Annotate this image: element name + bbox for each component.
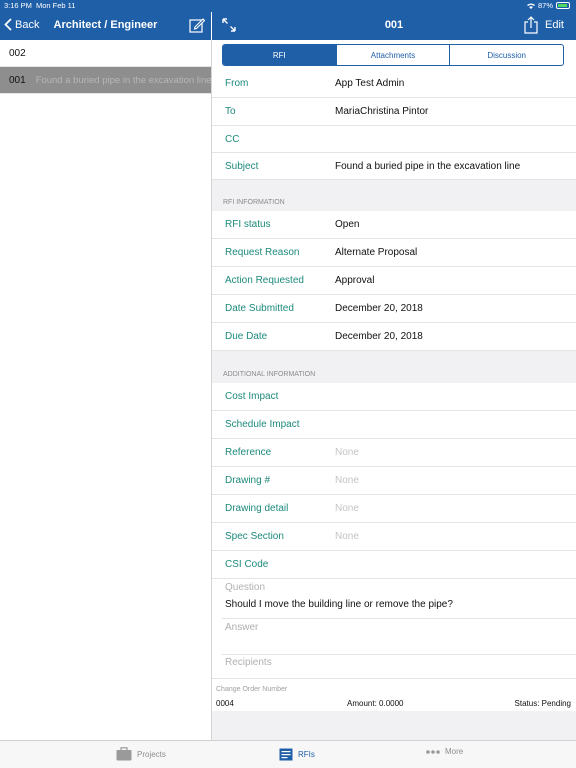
rfi-status-label: RFI status — [225, 219, 271, 230]
rfi-icon — [279, 748, 293, 761]
request-reason-value: Alternate Proposal — [335, 247, 418, 258]
rfi-status-row[interactable]: RFI status Open — [212, 211, 576, 239]
subject-label: Subject — [225, 160, 259, 172]
drawing-detail-label: Drawing detail — [225, 503, 289, 514]
list-nav-bar: Back Architect / Engineer — [0, 12, 211, 40]
from-label: From — [225, 78, 249, 89]
more-icon — [426, 749, 440, 754]
subject-row[interactable]: Subject Found a buried pipe in the excav… — [212, 153, 576, 180]
question-label: Question — [225, 582, 266, 593]
tab-more-label: More — [445, 747, 464, 756]
tab-projects-label: Projects — [137, 749, 166, 759]
tab-projects[interactable]: Projects — [116, 747, 166, 761]
reference-row[interactable]: Reference None — [212, 439, 576, 467]
list-item[interactable]: 002 — [0, 40, 211, 67]
request-reason-row[interactable]: Request Reason Alternate Proposal — [212, 239, 576, 267]
tab-rfis[interactable]: RFIs — [279, 747, 315, 761]
csi-code-label: CSI Code — [225, 559, 269, 570]
rfi-status-value: Open — [335, 219, 360, 230]
status-time: 3:16 PM — [4, 1, 32, 10]
segmented-control: RFI Attachments Discussion — [222, 44, 564, 66]
to-label: To — [225, 106, 236, 117]
from-value: App Test Admin — [335, 78, 405, 89]
rfi-subject: Found a buried pipe in the excavation li… — [35, 74, 211, 86]
recipients-label[interactable]: Recipients — [225, 657, 272, 668]
schedule-impact-label: Schedule Impact — [225, 419, 300, 430]
status-date: Mon Feb 11 — [36, 1, 76, 10]
reference-value: None — [335, 447, 359, 458]
cc-row[interactable]: CC — [212, 126, 576, 153]
status-bar: 3:16 PM Mon Feb 11 87% — [0, 0, 576, 12]
rfi-number: 001 — [9, 74, 26, 86]
date-submitted-row[interactable]: Date Submitted December 20, 2018 — [212, 295, 576, 323]
due-date-row[interactable]: Due Date December 20, 2018 — [212, 323, 576, 351]
drawing-number-label: Drawing # — [225, 475, 271, 486]
change-order-label: Change Order Number — [216, 686, 288, 693]
detail-title: 001 — [384, 19, 404, 31]
answer-label[interactable]: Answer — [225, 622, 258, 633]
csi-code-row[interactable]: CSI Code — [212, 551, 576, 579]
change-order-number: 0004 — [216, 699, 234, 708]
compose-icon[interactable] — [189, 17, 205, 33]
to-row[interactable]: To MariaChristina Pintor — [212, 98, 576, 126]
spec-section-row[interactable]: Spec Section None — [212, 523, 576, 551]
edit-button[interactable]: Edit — [545, 19, 564, 31]
subject-value: Found a buried pipe in the excavation li… — [335, 160, 521, 172]
change-order-status: Status: Pending — [514, 699, 571, 708]
status-right: 87% — [526, 1, 570, 10]
tab-discussion[interactable]: Discussion — [449, 45, 563, 65]
drawing-number-row[interactable]: Drawing # None — [212, 467, 576, 495]
date-submitted-label: Date Submitted — [225, 303, 294, 314]
detail-nav-bar: 001 Edit — [212, 12, 576, 40]
drawing-detail-row[interactable]: Drawing detail None — [212, 495, 576, 523]
cost-impact-row[interactable]: Cost Impact — [212, 383, 576, 411]
schedule-impact-row[interactable]: Schedule Impact — [212, 411, 576, 439]
due-date-value: December 20, 2018 — [335, 331, 423, 342]
tab-more[interactable]: More — [426, 747, 463, 756]
cost-impact-label: Cost Impact — [225, 391, 279, 402]
rfi-list: 002 001 Found a buried pipe in the excav… — [0, 40, 211, 94]
action-requested-value: Approval — [335, 275, 375, 286]
rfi-detail: RFI Attachments Discussion From App Test… — [212, 40, 576, 740]
recipients-divider — [212, 678, 576, 679]
action-requested-label: Action Requested — [225, 275, 304, 286]
spec-section-label: Spec Section — [225, 531, 284, 542]
answer-divider — [222, 654, 576, 655]
battery-icon — [556, 2, 570, 9]
action-requested-row[interactable]: Action Requested Approval — [212, 267, 576, 295]
to-value: MariaChristina Pintor — [335, 106, 429, 117]
list-title: Architect / Engineer — [53, 19, 158, 31]
question-divider — [222, 618, 576, 619]
tab-rfis-label: RFIs — [298, 749, 315, 759]
drawing-detail-value: None — [335, 503, 359, 514]
rfi-info-header: RFI INFORMATION — [212, 180, 576, 211]
detail-footer-space — [212, 711, 576, 740]
request-reason-label: Request Reason — [225, 247, 300, 258]
cc-label: CC — [225, 133, 240, 145]
briefcase-icon — [116, 747, 132, 761]
wifi-icon — [526, 3, 535, 9]
tab-attachments[interactable]: Attachments — [335, 45, 450, 65]
rfi-info-title: RFI INFORMATION — [223, 199, 285, 206]
from-row[interactable]: From App Test Admin — [212, 70, 576, 98]
drawing-number-value: None — [335, 475, 359, 486]
tab-bar: Projects RFIs More — [0, 740, 576, 768]
share-icon[interactable] — [524, 16, 538, 34]
additional-info-title: ADDITIONAL INFORMATION — [223, 371, 316, 378]
list-item-selected[interactable]: 001 Found a buried pipe in the excavatio… — [0, 67, 211, 94]
reference-label: Reference — [225, 447, 272, 458]
spec-section-value: None — [335, 531, 359, 542]
due-date-label: Due Date — [225, 331, 268, 342]
change-order-amount: Amount: 0.0000 — [347, 699, 404, 708]
battery-percent: 87% — [537, 1, 553, 10]
additional-info-header: ADDITIONAL INFORMATION — [212, 351, 576, 383]
rfi-number: 002 — [9, 47, 26, 59]
tab-rfi[interactable]: RFI — [223, 45, 336, 65]
date-submitted-value: December 20, 2018 — [335, 303, 423, 314]
question-value[interactable]: Should I move the building line or remov… — [225, 599, 453, 610]
